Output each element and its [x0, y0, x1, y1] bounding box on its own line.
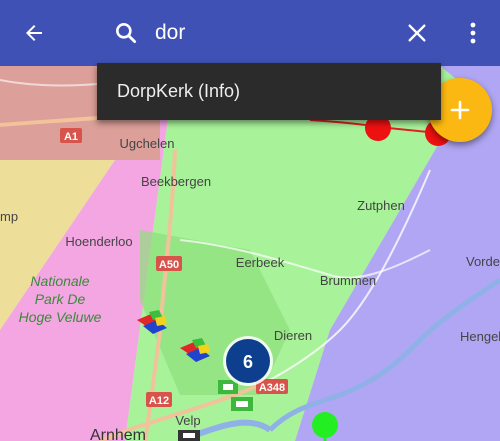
place-arnhem: Arnhem	[90, 427, 146, 441]
place-beekbergen: Beekbergen	[141, 174, 211, 189]
place-ugchelen: Ugchelen	[120, 136, 175, 151]
search-button[interactable]	[102, 0, 150, 66]
svg-text:A12: A12	[149, 395, 169, 407]
arrow-left-icon	[26, 25, 42, 41]
svg-text:A50: A50	[159, 259, 179, 271]
station-icon[interactable]	[178, 430, 200, 441]
location-point[interactable]	[312, 412, 338, 438]
place-hengelo: Hengel	[460, 329, 500, 344]
overflow-menu-button[interactable]	[450, 0, 496, 66]
svg-text:A348: A348	[259, 382, 285, 394]
search-input[interactable]: dor	[155, 18, 185, 48]
place-partial: mp	[0, 209, 18, 224]
place-dieren: Dieren	[274, 328, 312, 343]
place-eerbeek: Eerbeek	[236, 255, 285, 270]
search-icon	[116, 23, 137, 44]
close-icon	[408, 24, 426, 42]
park-label-line-1: Nationale	[30, 273, 89, 289]
clear-button[interactable]	[393, 0, 441, 66]
plus-icon	[450, 100, 470, 120]
search-suggestion[interactable]: DorpKerk (Info)	[97, 63, 441, 120]
svg-text:A1: A1	[64, 131, 78, 143]
place-velp: Velp	[175, 413, 200, 428]
park-label-line-2: Park De	[35, 291, 86, 307]
road-shield-a12: A12	[146, 392, 172, 407]
cluster-marker[interactable]: 6	[223, 336, 273, 386]
park-label-line-3: Hoge Veluwe	[19, 309, 102, 325]
back-button[interactable]	[10, 0, 58, 66]
road-shield-a1: A1	[60, 128, 82, 143]
suggestion-label: DorpKerk (Info)	[117, 81, 241, 101]
place-hoenderloo: Hoenderloo	[65, 234, 132, 249]
cluster-count: 6	[243, 352, 253, 372]
place-vorden: Vorde	[466, 254, 500, 269]
place-zutphen: Zutphen	[357, 198, 405, 213]
road-shield-a50: A50	[156, 256, 182, 271]
more-vertical-icon	[470, 22, 476, 44]
search-toolbar: dor	[0, 0, 500, 66]
place-brummen: Brummen	[320, 273, 376, 288]
